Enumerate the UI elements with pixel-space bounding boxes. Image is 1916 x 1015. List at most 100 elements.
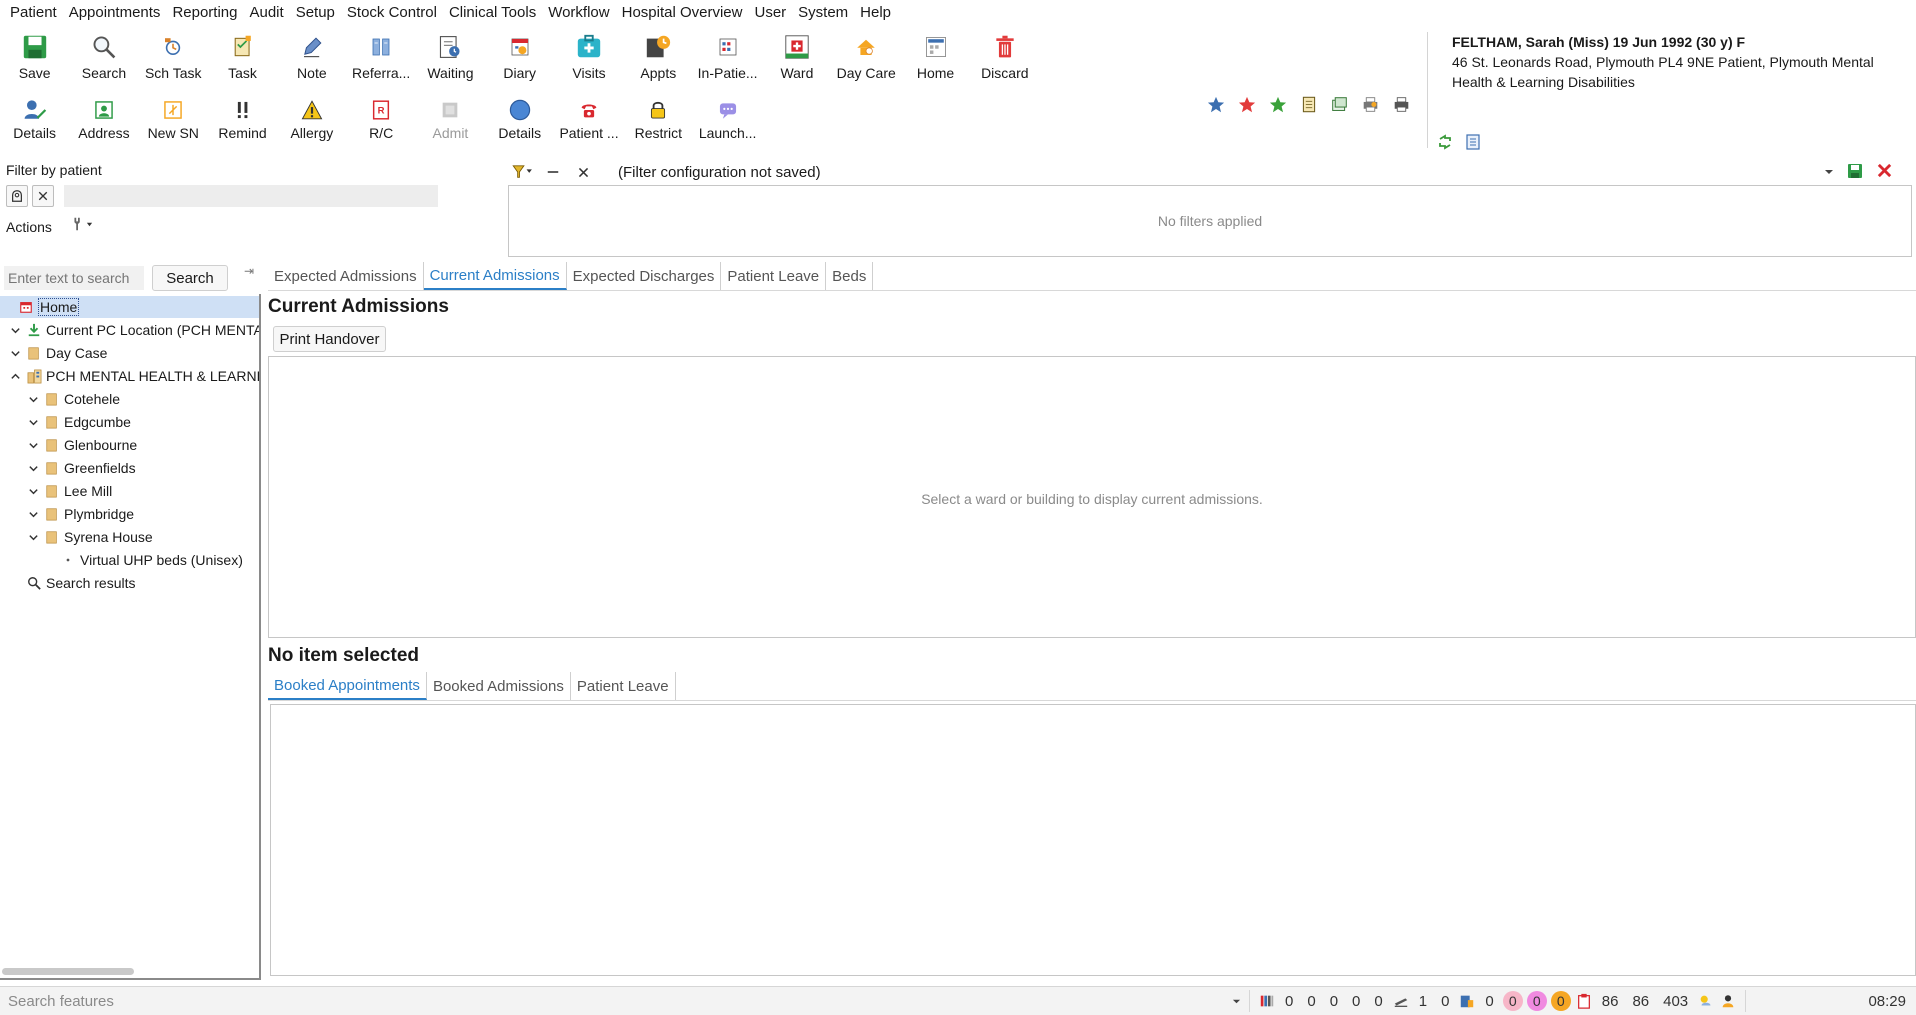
- collapse-filter-button[interactable]: [540, 161, 566, 183]
- transport-icon[interactable]: [1392, 992, 1410, 1010]
- tree-horizontal-scrollbar[interactable]: [2, 968, 134, 975]
- clear-patient-button[interactable]: [32, 185, 54, 207]
- expand-chevron-icon[interactable]: [8, 348, 22, 359]
- tree-item-day-case[interactable]: Day Case: [8, 342, 107, 364]
- tree-item-syrena-house[interactable]: Syrena House: [26, 526, 153, 548]
- toolbar2-details-button[interactable]: Details: [485, 94, 554, 154]
- tree-item-lee-mill[interactable]: Lee Mill: [26, 480, 112, 502]
- toolbar-in-patie-button[interactable]: In-Patie...: [693, 28, 762, 88]
- document-icon[interactable]: [1299, 95, 1318, 114]
- toolbar-home-button[interactable]: Home: [901, 28, 970, 88]
- toolbar-diary-button[interactable]: Diary: [485, 28, 554, 88]
- summary-icon[interactable]: [1464, 133, 1482, 151]
- patient-filter-field[interactable]: [64, 185, 438, 207]
- detail-tab-booked-appointments[interactable]: Booked Appointments: [268, 672, 427, 700]
- tab-patient-leave[interactable]: Patient Leave: [721, 262, 827, 290]
- toolbar2-admit-button[interactable]: Admit: [416, 94, 485, 154]
- menu-workflow[interactable]: Workflow: [542, 4, 615, 21]
- filter-menu-button[interactable]: [510, 161, 536, 183]
- detail-tab-patient-leave[interactable]: Patient Leave: [571, 672, 676, 700]
- toolbar-save-button[interactable]: Save: [0, 28, 69, 88]
- delete-filter-button[interactable]: [1876, 162, 1893, 182]
- expand-chevron-icon[interactable]: [26, 532, 40, 543]
- toolbar2-address-button[interactable]: Address: [69, 94, 138, 154]
- menu-patient[interactable]: Patient: [4, 4, 63, 21]
- tree-item-plymbridge[interactable]: Plymbridge: [26, 503, 134, 525]
- tree-item-search-results[interactable]: Search results: [8, 572, 135, 594]
- menu-stock-control[interactable]: Stock Control: [341, 4, 443, 21]
- forms-icon[interactable]: [1330, 95, 1349, 114]
- patient-lookup-button[interactable]: [6, 185, 28, 207]
- toolbar-day-care-button[interactable]: Day Care: [832, 28, 901, 88]
- tree-item-edgcumbe[interactable]: Edgcumbe: [26, 411, 131, 433]
- toolbar2-remind-button[interactable]: Remind: [208, 94, 277, 154]
- bed-status-icon[interactable]: [1258, 992, 1276, 1010]
- status-badge[interactable]: 0: [1550, 991, 1571, 1011]
- toolbar2-new-sn-button[interactable]: New SN: [139, 94, 208, 154]
- weather-status-icon[interactable]: [1697, 992, 1715, 1010]
- pin-icon[interactable]: ⇥: [244, 264, 254, 278]
- status-badge[interactable]: 0: [1502, 991, 1523, 1011]
- filter-config-select[interactable]: (Filter configuration not saved): [612, 160, 1838, 184]
- toolbar2-details-button[interactable]: Details: [0, 94, 69, 154]
- actions-menu-button[interactable]: [70, 216, 93, 232]
- toolbar-visits-button[interactable]: Visits: [554, 28, 623, 88]
- toolbar-sch-task-button[interactable]: Sch Task: [139, 28, 208, 88]
- expand-chevron-icon[interactable]: [26, 463, 40, 474]
- expand-chevron-icon[interactable]: [26, 417, 40, 428]
- status-badge[interactable]: 0: [1526, 991, 1547, 1011]
- tab-beds[interactable]: Beds: [826, 262, 874, 290]
- tree-item-cotehele[interactable]: Cotehele: [26, 388, 120, 410]
- menu-appointments[interactable]: Appointments: [63, 4, 167, 21]
- detail-tab-booked-admissions[interactable]: Booked Admissions: [427, 672, 571, 700]
- tree-item-current-pc-location-pch-mental-health-le[interactable]: Current PC Location (PCH MENTAL HEALTH &…: [8, 319, 259, 341]
- tree-item-home[interactable]: Home: [0, 296, 259, 318]
- menu-user[interactable]: User: [748, 4, 792, 21]
- tree-item-pch-mental-health-learning-disabilities[interactable]: PCH MENTAL HEALTH & LEARNING DISABILITIE…: [8, 365, 259, 387]
- menu-reporting[interactable]: Reporting: [166, 4, 243, 21]
- search-features-field[interactable]: Search features: [0, 990, 1250, 1012]
- tree-search-button[interactable]: Search: [152, 265, 228, 291]
- menu-audit[interactable]: Audit: [243, 4, 289, 21]
- tab-expected-admissions[interactable]: Expected Admissions: [268, 262, 424, 290]
- refresh-icon[interactable]: [1436, 133, 1454, 151]
- printer-icon[interactable]: [1392, 95, 1411, 114]
- menu-hospital-overview[interactable]: Hospital Overview: [616, 4, 749, 21]
- collapse-chevron-icon[interactable]: [8, 371, 22, 382]
- expand-chevron-icon[interactable]: [26, 509, 40, 520]
- tree-item-greenfields[interactable]: Greenfields: [26, 457, 136, 479]
- toolbar-waiting-button[interactable]: Waiting: [416, 28, 485, 88]
- tab-expected-discharges[interactable]: Expected Discharges: [567, 262, 722, 290]
- user-status-icon[interactable]: [1719, 992, 1737, 1010]
- toolbar-referra-button[interactable]: Referra...: [346, 28, 415, 88]
- star-red-icon[interactable]: [1237, 95, 1256, 114]
- toolbar2-patient-button[interactable]: Patient ...: [554, 94, 623, 154]
- menu-system[interactable]: System: [792, 4, 854, 21]
- expand-chevron-icon[interactable]: [26, 440, 40, 451]
- expand-chevron-icon[interactable]: [26, 394, 40, 405]
- star-blue-icon[interactable]: [1206, 95, 1225, 114]
- tree-search-input[interactable]: [4, 266, 144, 290]
- tab-current-admissions[interactable]: Current Admissions: [423, 262, 567, 290]
- menu-help[interactable]: Help: [854, 4, 897, 21]
- star-green-icon[interactable]: [1268, 95, 1287, 114]
- building-status-icon[interactable]: [1458, 992, 1476, 1010]
- menu-clinical-tools[interactable]: Clinical Tools: [443, 4, 542, 21]
- toolbar-discard-button[interactable]: Discard: [970, 28, 1039, 88]
- printer-multi-icon[interactable]: [1361, 95, 1380, 114]
- toolbar2-restrict-button[interactable]: Restrict: [624, 94, 693, 154]
- tree-item-glenbourne[interactable]: Glenbourne: [26, 434, 137, 456]
- toolbar2-allergy-button[interactable]: Allergy: [277, 94, 346, 154]
- toolbar-ward-button[interactable]: Ward: [762, 28, 831, 88]
- toolbar2-launch-button[interactable]: Launch...: [693, 94, 762, 154]
- toolbar2-r-c-button[interactable]: R R/C: [346, 94, 415, 154]
- clipboard-status-icon[interactable]: [1575, 992, 1593, 1010]
- toolbar-appts-button[interactable]: Appts: [624, 28, 693, 88]
- expand-chevron-icon[interactable]: [8, 325, 22, 336]
- toolbar-task-button[interactable]: Task: [208, 28, 277, 88]
- toolbar-search-button[interactable]: Search: [69, 28, 138, 88]
- toolbar-note-button[interactable]: Note: [277, 28, 346, 88]
- clear-filter-button[interactable]: [570, 161, 596, 183]
- print-handover-button[interactable]: Print Handover: [273, 326, 386, 352]
- menu-setup[interactable]: Setup: [290, 4, 341, 21]
